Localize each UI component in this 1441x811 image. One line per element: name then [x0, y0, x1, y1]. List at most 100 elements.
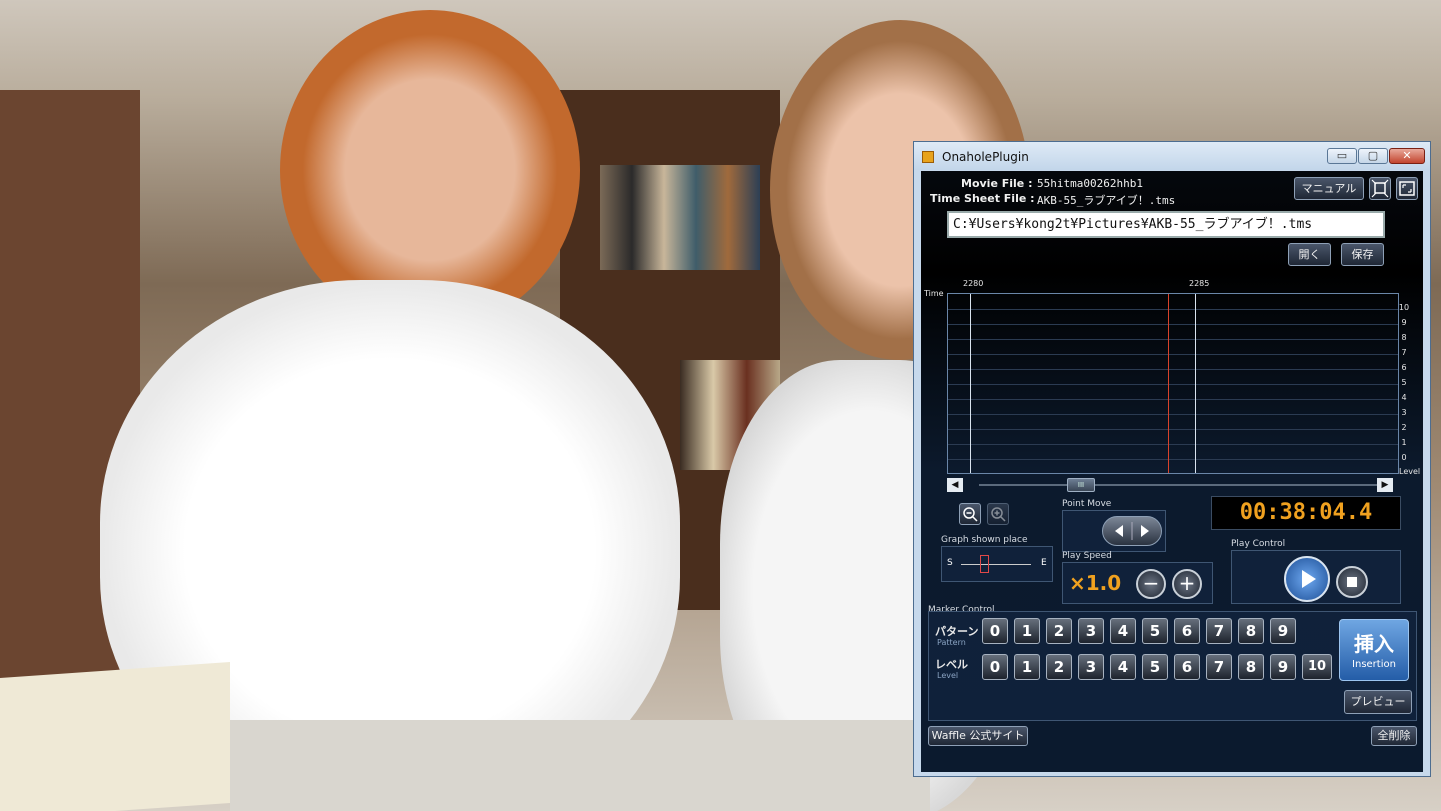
- minus-icon: −: [1142, 571, 1160, 595]
- time-sheet-file-label: Time Sheet File :: [930, 192, 1035, 205]
- scroll-track[interactable]: [979, 484, 1379, 486]
- speed-decrease-button[interactable]: −: [1136, 569, 1166, 599]
- play-button[interactable]: [1284, 556, 1330, 602]
- speed-increase-button[interactable]: +: [1172, 569, 1202, 599]
- grid-line: [948, 384, 1398, 385]
- play-speed-value: ×1.0: [1069, 571, 1122, 595]
- scroll-thumb[interactable]: III: [1067, 478, 1095, 492]
- pattern-button-4[interactable]: 4: [1110, 618, 1136, 644]
- time-mark-label: 2285: [1189, 279, 1210, 288]
- manual-button[interactable]: マニュアル: [1294, 177, 1364, 200]
- pattern-button-9[interactable]: 9: [1270, 618, 1296, 644]
- level-button-10[interactable]: 10: [1302, 654, 1332, 680]
- level-row-sublabel: Level: [937, 671, 959, 680]
- pattern-button-5[interactable]: 5: [1142, 618, 1168, 644]
- pattern-button-3[interactable]: 3: [1078, 618, 1104, 644]
- pattern-button-7[interactable]: 7: [1206, 618, 1232, 644]
- scroll-right-button[interactable]: ▶: [1377, 478, 1393, 492]
- y-tick: 5: [1401, 378, 1407, 387]
- zoom-out-icon: [963, 507, 978, 522]
- plus-icon: +: [1178, 571, 1196, 595]
- level-button-8[interactable]: 8: [1238, 654, 1264, 680]
- window-title: OnaholePlugin: [942, 150, 1029, 164]
- plugin-client-area: Movie File : 55hitma00262hhb1 Time Sheet…: [921, 171, 1423, 772]
- grid-line: [948, 339, 1398, 340]
- fit-window-button[interactable]: [1369, 177, 1391, 200]
- timeline-scrollbar[interactable]: ◀ III ▶: [947, 478, 1411, 492]
- preview-button[interactable]: プレビュー: [1344, 690, 1412, 714]
- y-tick: 9: [1401, 318, 1407, 327]
- time-sheet-file-value: AKB-55_ラブアイブ！.tms: [1037, 194, 1176, 207]
- open-button[interactable]: 開く: [1288, 243, 1331, 266]
- pattern-row-sublabel: Pattern: [937, 638, 966, 647]
- point-move-left-button[interactable]: [1102, 516, 1132, 546]
- grid-line: [948, 324, 1398, 325]
- y-tick: 7: [1401, 348, 1407, 357]
- graph-place-start: S: [947, 558, 953, 568]
- minimize-button[interactable]: ▭: [1327, 148, 1357, 164]
- play-control-title: Play Control: [1231, 539, 1286, 549]
- timecode-display: 00:38:04.4: [1211, 496, 1401, 530]
- scroll-left-button[interactable]: ◀: [947, 478, 963, 492]
- graph-place-track: [961, 564, 1031, 565]
- y-tick: 10: [1398, 303, 1410, 312]
- graph-shown-place-title: Graph shown place: [941, 535, 1028, 545]
- pattern-button-0[interactable]: 0: [982, 618, 1008, 644]
- grid-line: [948, 399, 1398, 400]
- pattern-button-8[interactable]: 8: [1238, 618, 1264, 644]
- close-icon: ✕: [1402, 149, 1412, 162]
- zoom-in-icon: [991, 507, 1006, 522]
- pattern-button-6[interactable]: 6: [1174, 618, 1200, 644]
- timeline-graph[interactable]: [947, 293, 1399, 474]
- level-button-2[interactable]: 2: [1046, 654, 1072, 680]
- stop-icon: [1347, 577, 1357, 587]
- level-button-6[interactable]: 6: [1174, 654, 1200, 680]
- play-control-panel: [1231, 550, 1401, 604]
- file-path-input[interactable]: C:¥Users¥kong2t¥Pictures¥AKB-55_ラブアイブ！.t…: [947, 211, 1385, 238]
- fullscreen-button[interactable]: [1396, 177, 1418, 200]
- level-button-5[interactable]: 5: [1142, 654, 1168, 680]
- maximize-button[interactable]: ▢: [1358, 148, 1388, 164]
- graph-place-window[interactable]: [980, 555, 989, 573]
- y-tick: 1: [1401, 438, 1407, 447]
- level-axis-label: Level: [1399, 467, 1421, 476]
- pattern-button-1[interactable]: 1: [1014, 618, 1040, 644]
- insert-button[interactable]: 挿入 Insertion: [1339, 619, 1409, 681]
- pattern-row-label: パターン: [935, 625, 979, 638]
- grid-line: [948, 459, 1398, 460]
- level-button-3[interactable]: 3: [1078, 654, 1104, 680]
- y-tick: 3: [1401, 408, 1407, 417]
- y-tick: 6: [1401, 363, 1407, 372]
- movie-file-label: Movie File :: [961, 177, 1033, 190]
- open-book: [230, 720, 930, 811]
- level-button-0[interactable]: 0: [982, 654, 1008, 680]
- level-button-7[interactable]: 7: [1206, 654, 1232, 680]
- grid-line: [948, 354, 1398, 355]
- time-marker-line: [1195, 294, 1196, 473]
- grid-line: [948, 429, 1398, 430]
- grid-line: [948, 369, 1398, 370]
- pattern-button-2[interactable]: 2: [1046, 618, 1072, 644]
- title-bar[interactable]: OnaholePlugin ▭ ▢ ✕: [914, 142, 1430, 170]
- level-button-1[interactable]: 1: [1014, 654, 1040, 680]
- y-tick: 2: [1401, 423, 1407, 432]
- minimize-icon: ▭: [1336, 149, 1348, 162]
- insert-label: 挿入: [1354, 632, 1394, 656]
- zoom-out-button[interactable]: [959, 503, 981, 525]
- time-axis-label: Time: [924, 289, 944, 298]
- level-button-4[interactable]: 4: [1110, 654, 1136, 680]
- level-button-9[interactable]: 9: [1270, 654, 1296, 680]
- insert-sublabel: Insertion: [1352, 659, 1396, 670]
- clear-all-button[interactable]: 全削除: [1371, 726, 1417, 746]
- save-button[interactable]: 保存: [1341, 243, 1384, 266]
- point-move-right-button[interactable]: [1132, 516, 1162, 546]
- point-move-panel: [1062, 510, 1166, 552]
- time-mark-label: 2280: [963, 279, 984, 288]
- stop-button[interactable]: [1336, 566, 1368, 598]
- close-button[interactable]: ✕: [1389, 148, 1425, 164]
- graph-shown-place-panel: S E: [941, 546, 1053, 582]
- fullscreen-icon: [1399, 181, 1415, 196]
- maximize-icon: ▢: [1367, 149, 1379, 162]
- zoom-in-button[interactable]: [987, 503, 1009, 525]
- waffle-site-button[interactable]: Waffle 公式サイト: [928, 726, 1028, 746]
